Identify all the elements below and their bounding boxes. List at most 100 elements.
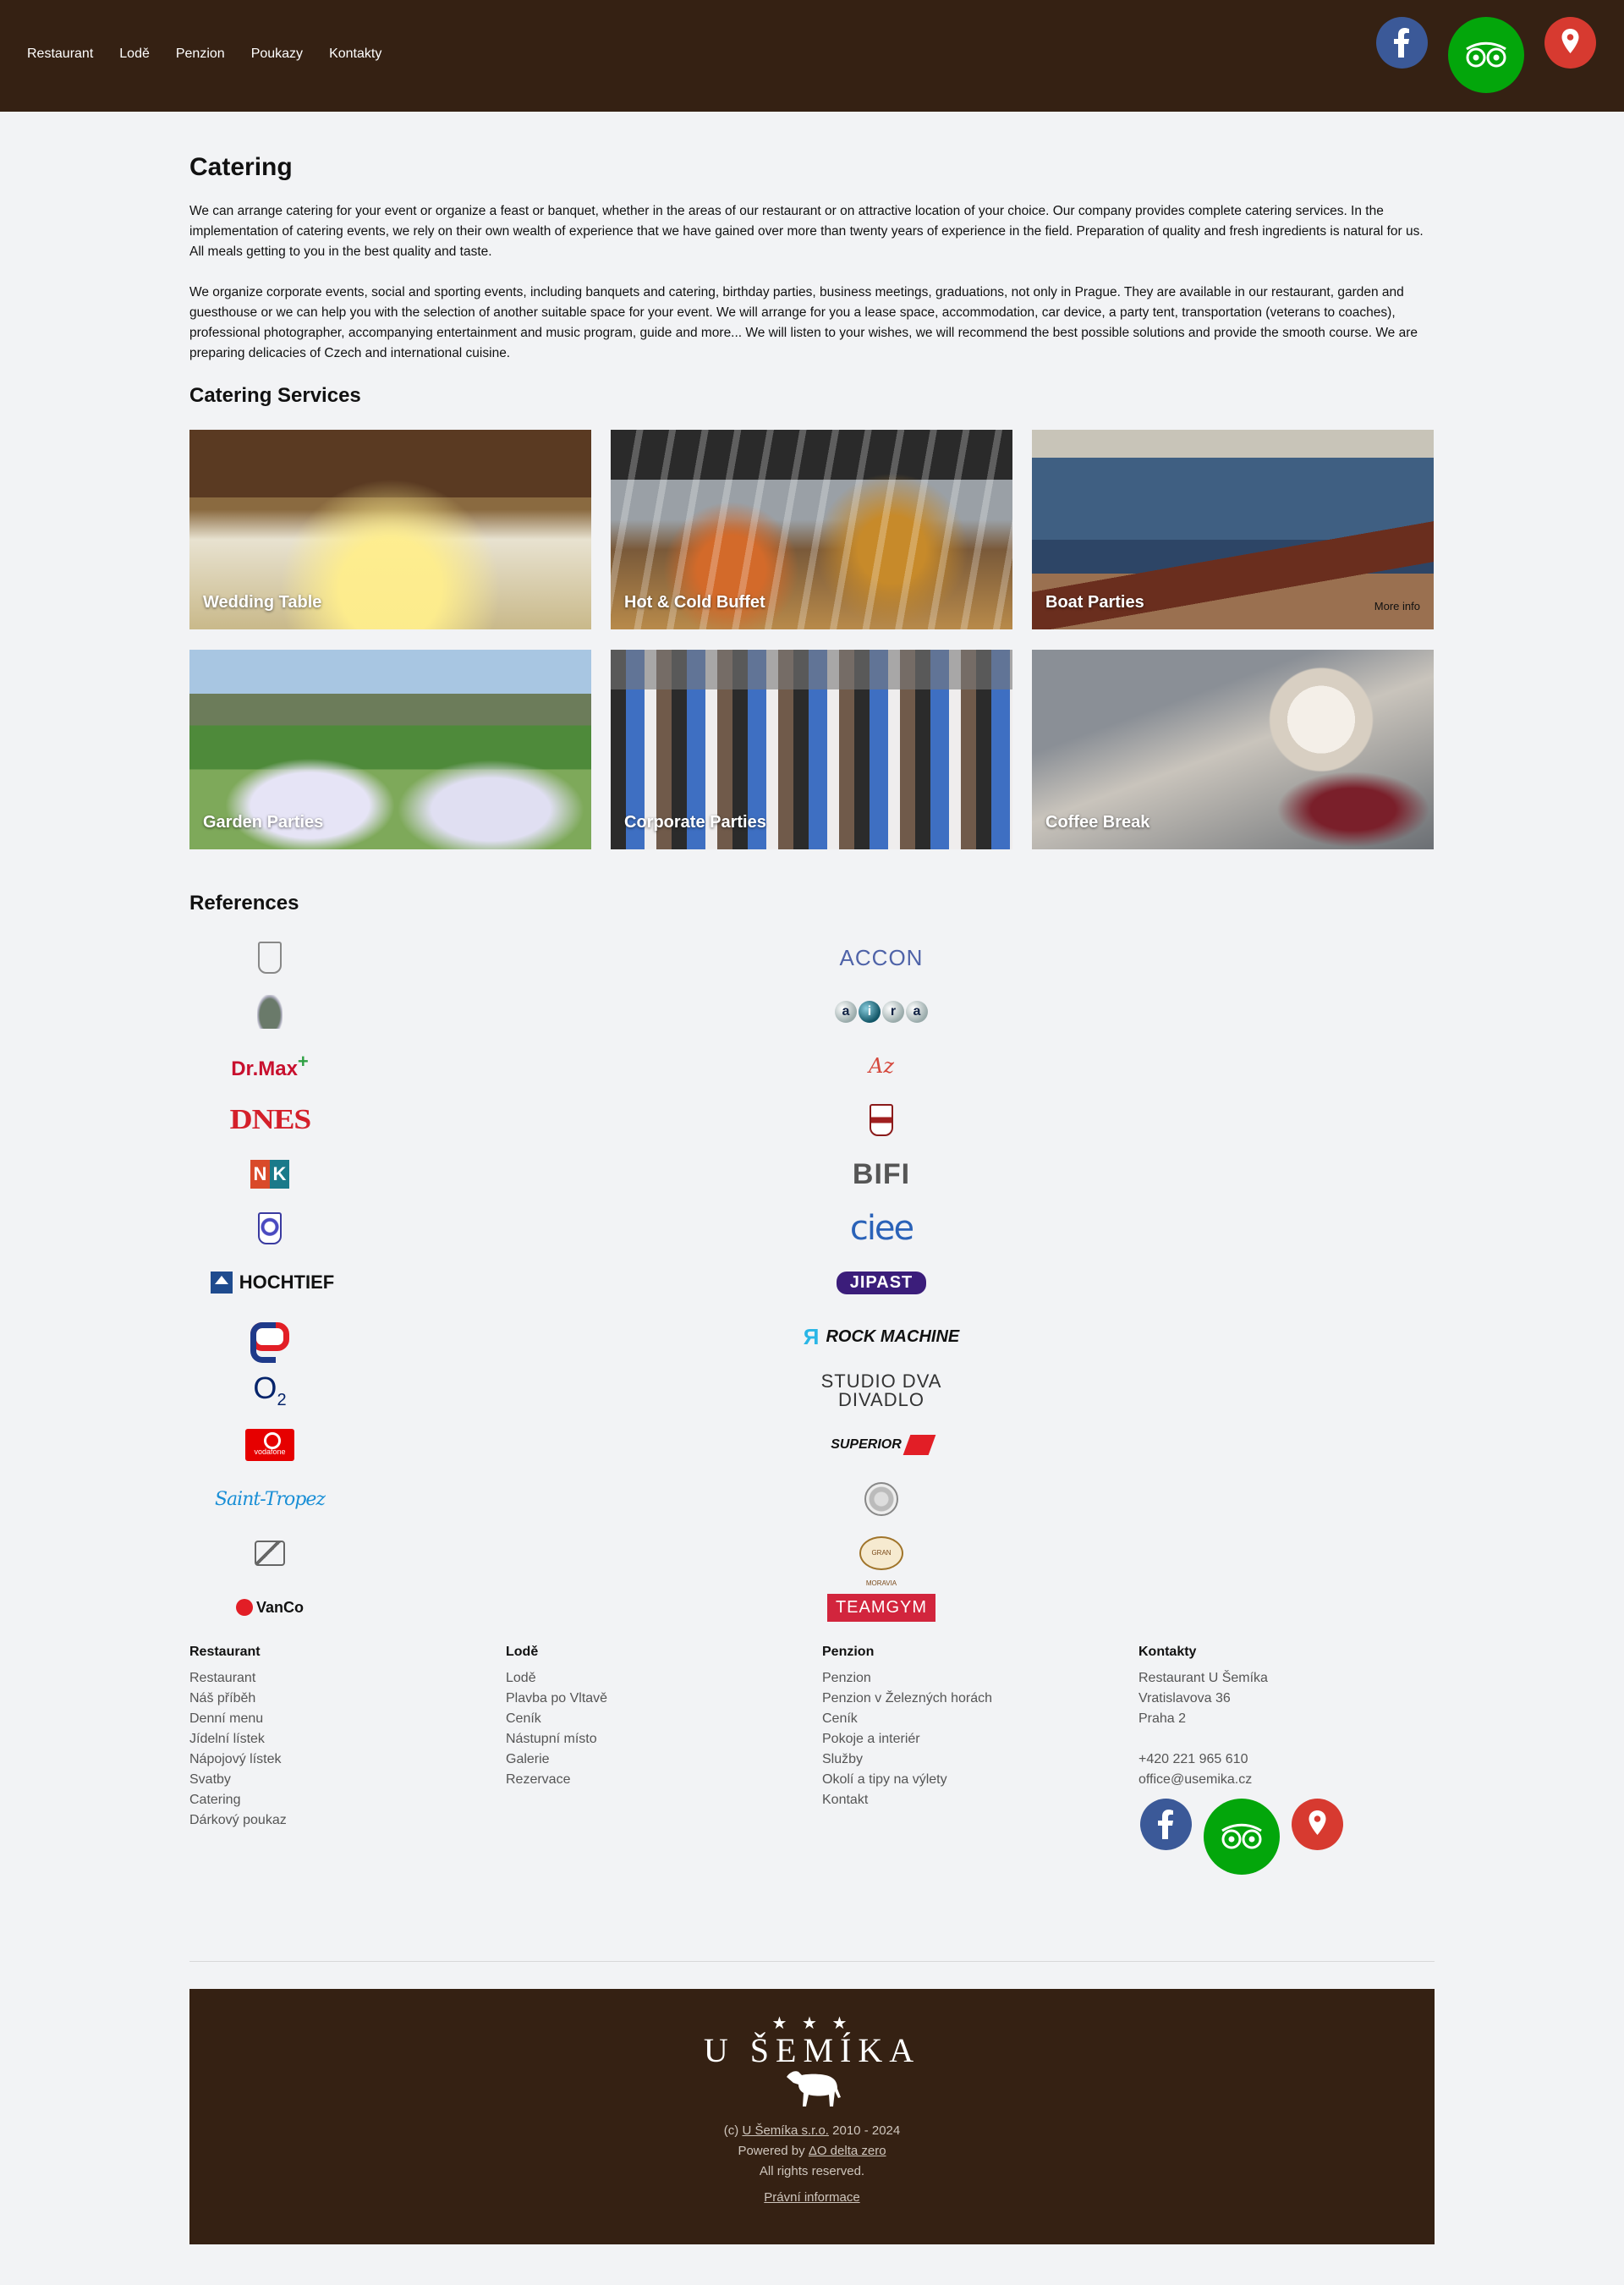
phone-link[interactable]: +420 221 965 610	[1138, 1749, 1455, 1770]
footer-link[interactable]: Kontakt	[822, 1790, 1138, 1810]
footer-heading: Kontakty	[1138, 1645, 1197, 1659]
aira-logo: aira	[834, 1001, 929, 1023]
service-tile-label: Garden Parties	[203, 813, 324, 832]
more-info-link[interactable]: More info	[1374, 600, 1420, 612]
az-logo: Az	[869, 1054, 894, 1078]
references-title: References	[189, 892, 299, 915]
footer-social-row	[1140, 1799, 1343, 1875]
seal-logo	[864, 1482, 898, 1516]
reference-logo: JIPAST	[797, 1259, 966, 1306]
police-emblem-logo	[258, 1212, 282, 1244]
footer-link[interactable]: Catering	[189, 1790, 506, 1810]
reference-logo	[189, 934, 350, 981]
tripadvisor-icon[interactable]	[1448, 17, 1524, 93]
nav-kontakty[interactable]: Kontakty	[329, 47, 381, 62]
drmax-logo: Dr.Max+	[231, 1051, 309, 1080]
intro-text: We can arrange catering for your event o…	[189, 201, 1435, 364]
footer-link[interactable]: Svatby	[189, 1770, 506, 1790]
footer-column-kontakty: Kontakty Restaurant U Šemíka Vratislavov…	[1138, 1645, 1455, 1883]
reference-logo: STUDIO DVA DIVADLO	[797, 1367, 966, 1414]
reference-logo: TEAMGYM	[797, 1584, 966, 1631]
rights-text: All rights reserved.	[759, 2164, 865, 2178]
rock-machine-logo: Я ROCK MACHINE	[803, 1324, 960, 1349]
footer-link[interactable]: Penzion v Železných horách	[822, 1689, 1138, 1709]
vodafone-logo: vodafone	[245, 1429, 294, 1461]
map-pin-icon[interactable]	[1544, 17, 1596, 69]
vanco-logo: VanCo	[235, 1599, 304, 1617]
service-tile-coffee-break[interactable]: Coffee Break	[1032, 650, 1434, 849]
footer-link[interactable]: Denní menu	[189, 1709, 506, 1729]
footer-link[interactable]: Nástupní místo	[506, 1729, 822, 1749]
service-tile-label: Wedding Table	[203, 593, 322, 612]
reference-logo: aira	[797, 988, 966, 1035]
footer-column-lode: Lodě Lodě Plavba po Vltavě Ceník Nástupn…	[506, 1645, 822, 1883]
reference-logo: DNES	[189, 1096, 350, 1144]
footer-link[interactable]: Jídelní lístek	[189, 1729, 506, 1749]
footer-link[interactable]: Plavba po Vltavě	[506, 1689, 822, 1709]
tripadvisor-icon[interactable]	[1204, 1799, 1280, 1875]
bottom-banner: ★ ★ ★ U ŠEMÍKA (c) U Šemíka s.r.o. 2010 …	[189, 1989, 1435, 2244]
footer-link[interactable]: Okolí a tipy na výlety	[822, 1770, 1138, 1790]
emblem-logo	[258, 942, 282, 974]
legal-info-link[interactable]: Právní informace	[764, 2190, 859, 2205]
teamgym-logo: TEAMGYM	[826, 1593, 936, 1622]
bifi-logo: BIFI	[852, 1157, 911, 1190]
footer-link[interactable]: Ceník	[822, 1709, 1138, 1729]
reference-logo	[189, 1313, 350, 1363]
footer-links: Restaurant Restaurant Náš příběh Denní m…	[189, 1645, 1435, 1883]
footer-link[interactable]: Nápojový lístek	[189, 1749, 506, 1770]
nav-penzion[interactable]: Penzion	[176, 47, 225, 62]
nav-restaurant[interactable]: Restaurant	[27, 47, 93, 62]
saint-tropez-logo: Saint-Tropez	[214, 1488, 326, 1510]
footer-link[interactable]: Ceník	[506, 1709, 822, 1729]
address-line: Praha 2	[1138, 1711, 1187, 1726]
reference-logo: VanCo	[189, 1584, 350, 1631]
reference-logo: vodafone	[189, 1421, 350, 1469]
service-tile-label: Hot & Cold Buffet	[624, 593, 765, 612]
reference-logo: ciee	[797, 1205, 966, 1252]
nav-poukazy[interactable]: Poukazy	[251, 47, 303, 62]
map-pin-icon[interactable]	[1292, 1799, 1343, 1850]
reference-logo	[797, 1096, 966, 1144]
service-tile-wedding-table[interactable]: Wedding Table	[189, 430, 591, 629]
email-link[interactable]: office@usemika.cz	[1138, 1770, 1455, 1790]
service-tile-label: Coffee Break	[1045, 813, 1150, 832]
studio-dva-logo: STUDIO DVA DIVADLO	[820, 1370, 942, 1410]
reference-logo: Dr.Max+	[189, 1042, 350, 1090]
footer-link[interactable]: Galerie	[506, 1749, 822, 1770]
reference-logo: Az	[797, 1042, 966, 1090]
nav-lode[interactable]: Lodě	[119, 47, 150, 62]
service-tile-garden-parties[interactable]: Garden Parties	[189, 650, 591, 849]
services-title: Catering Services	[189, 384, 361, 407]
footer-link[interactable]: Pokoje a interiér	[822, 1729, 1138, 1749]
spacer	[1138, 1729, 1455, 1749]
brand-logo[interactable]: ★ ★ ★ U ŠEMÍKA	[704, 2013, 920, 2111]
service-tile-corporate-parties[interactable]: Corporate Parties	[611, 650, 1012, 849]
footer-link[interactable]: Náš příběh	[189, 1689, 506, 1709]
dnes-logo: DNES	[229, 1104, 310, 1135]
service-tile-boat-parties[interactable]: Boat Parties More info	[1032, 430, 1434, 629]
gran-moravia-logo: GRAN MORAVIA	[859, 1536, 903, 1587]
reference-logo: NK	[189, 1151, 350, 1198]
facebook-icon[interactable]	[1376, 17, 1428, 69]
header-social-links	[1376, 17, 1596, 93]
service-tile-label: Boat Parties	[1045, 593, 1144, 612]
footer-link[interactable]: Služby	[822, 1749, 1138, 1770]
footer-link[interactable]: Lodě	[506, 1668, 822, 1689]
footer-link[interactable]: Penzion	[822, 1668, 1138, 1689]
crest-logo	[870, 1104, 893, 1136]
footer-heading: Penzion	[822, 1645, 875, 1659]
facebook-icon[interactable]	[1140, 1799, 1192, 1850]
reference-logo: O2	[189, 1367, 350, 1414]
powered-by-link[interactable]: ΔO delta zero	[809, 2144, 886, 2158]
footer-link[interactable]: Dárkový poukaz	[189, 1810, 506, 1831]
footer-link[interactable]: Restaurant	[189, 1668, 506, 1689]
ar-logo	[255, 1541, 285, 1566]
reference-logo: Я ROCK MACHINE	[797, 1313, 966, 1360]
service-tile-buffet[interactable]: Hot & Cold Buffet	[611, 430, 1012, 629]
company-link[interactable]: U Šemíka s.r.o.	[742, 2123, 829, 2138]
footer-social-links	[1138, 1799, 1455, 1883]
address-line: Vratislavova 36	[1138, 1691, 1231, 1706]
footer-link[interactable]: Rezervace	[506, 1770, 822, 1790]
jipast-logo: JIPAST	[836, 1271, 927, 1294]
